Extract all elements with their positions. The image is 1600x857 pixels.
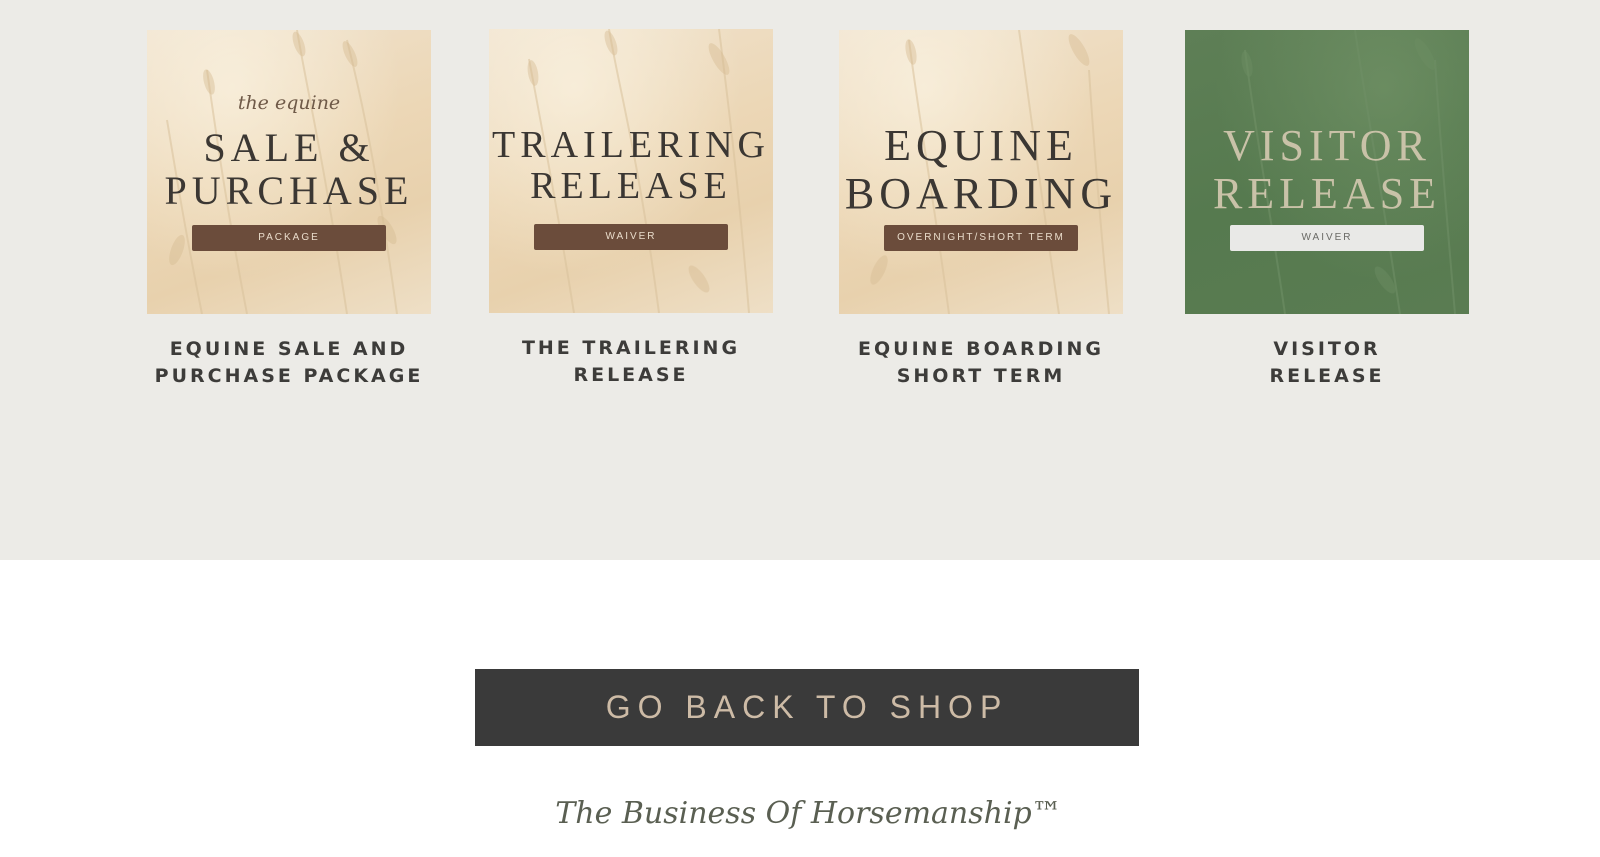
product-card-sale-purchase[interactable]: the equine SALE & PURCHASE PACKAGE EQUIN… [147, 30, 431, 390]
image-title-line: VISITOR [1223, 121, 1431, 170]
image-title-line: EQUINE [884, 121, 1078, 170]
image-title: SALE & PURCHASE [147, 125, 431, 214]
image-badge: PACKAGE [192, 225, 386, 251]
image-title-line: RELEASE [530, 165, 732, 208]
product-name-line: SHORT TERM [896, 365, 1066, 387]
product-card-equine-boarding[interactable]: EQUINE BOARDING OVERNIGHT/SHORT TERM EQU… [839, 30, 1123, 390]
product-card-visitor-release[interactable]: VISITOR RELEASE WAIVER VISITOR RELEASE [1185, 30, 1469, 390]
image-script-text: the equine [237, 92, 341, 114]
product-image[interactable]: VISITOR RELEASE WAIVER [1185, 30, 1469, 314]
image-badge: WAIVER [1230, 225, 1424, 251]
product-name-line: RELEASE [1269, 365, 1385, 387]
product-name-line: RELEASE [573, 364, 689, 386]
image-title: VISITOR RELEASE [1185, 122, 1469, 217]
product-name[interactable]: EQUINE SALE AND PURCHASE PACKAGE [147, 336, 431, 390]
product-image[interactable]: TRAILERING RELEASE WAIVER [489, 29, 773, 313]
go-back-to-shop-button[interactable]: GO BACK TO SHOP [475, 669, 1139, 746]
image-title-line: TRAILERING [492, 124, 770, 166]
image-title-line: SALE & [203, 125, 375, 170]
product-name-line: PURCHASE PACKAGE [154, 365, 424, 387]
product-name-line: EQUINE SALE AND [169, 338, 409, 360]
tagline: The Business Of Horsemanship™ [555, 796, 1062, 831]
product-name-line: VISITOR [1273, 338, 1381, 360]
product-name[interactable]: THE TRAILERING RELEASE [489, 335, 773, 389]
product-name-line: EQUINE BOARDING [858, 338, 1104, 360]
product-image[interactable]: the equine SALE & PURCHASE PACKAGE [147, 30, 431, 314]
image-badge: WAIVER [534, 224, 728, 250]
image-title: EQUINE BOARDING [839, 122, 1123, 217]
products-section: the equine SALE & PURCHASE PACKAGE EQUIN… [0, 0, 1600, 560]
product-card-trailering-release[interactable]: TRAILERING RELEASE WAIVER THE TRAILERING… [489, 29, 773, 389]
product-name[interactable]: EQUINE BOARDING SHORT TERM [839, 336, 1123, 390]
product-name[interactable]: VISITOR RELEASE [1185, 336, 1469, 390]
image-badge: OVERNIGHT/SHORT TERM [884, 225, 1078, 251]
image-title-line: PURCHASE [164, 168, 414, 214]
product-name-line: THE TRAILERING [521, 337, 741, 359]
image-title-line: RELEASE [1212, 168, 1442, 218]
product-image[interactable]: EQUINE BOARDING OVERNIGHT/SHORT TERM [839, 30, 1123, 314]
image-title-line: BOARDING [844, 168, 1118, 218]
image-title: TRAILERING RELEASE [489, 124, 773, 208]
